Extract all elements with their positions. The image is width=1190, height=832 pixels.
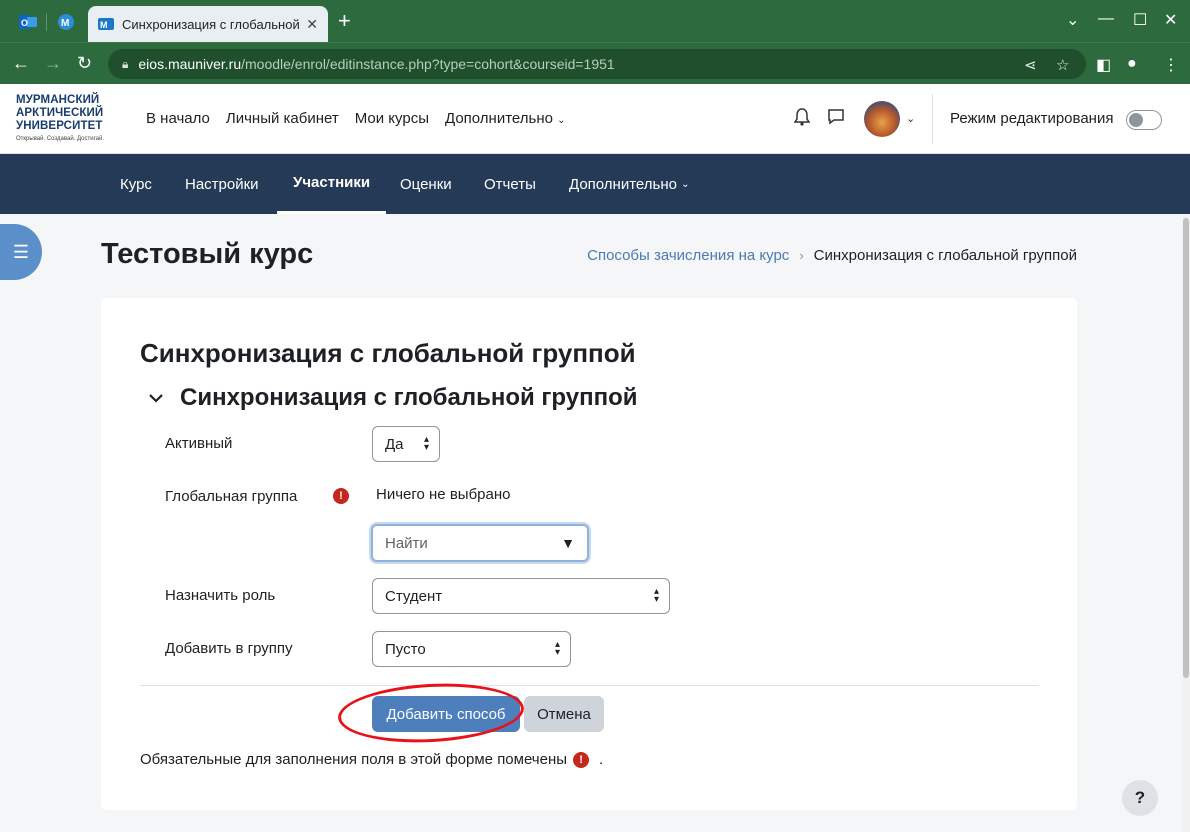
tab-reports[interactable]: Отчеты xyxy=(468,154,552,214)
cohort-search-placeholder: Найти xyxy=(385,534,428,552)
group-select-value: Пусто xyxy=(385,640,426,658)
tab-grades[interactable]: Оценки xyxy=(384,154,468,214)
maximize-button[interactable]: ☐ xyxy=(1133,10,1147,30)
close-window-button[interactable]: ✕ xyxy=(1164,10,1177,30)
reload-icon[interactable]: ↻ xyxy=(77,53,92,74)
role-select-value: Студент xyxy=(385,587,443,605)
cohort-search-input[interactable]: Найти ▼ xyxy=(371,524,589,562)
minimize-button[interactable]: — xyxy=(1098,10,1114,28)
tab-title: Синхронизация с глобальной xyxy=(122,16,300,32)
tab-more-label: Дополнительно xyxy=(569,175,677,193)
side-panel-icon[interactable]: ◧ xyxy=(1096,55,1111,75)
course-secondary-navigation: Курс Настройки Участники Оценки Отчеты Д… xyxy=(0,154,1190,214)
tab-separator xyxy=(46,13,47,31)
logo-line-1: МУРМАНСКИЙ xyxy=(16,94,100,106)
svg-text:M: M xyxy=(100,20,108,30)
group-select[interactable]: Пусто ▴ ▾ xyxy=(372,631,571,667)
select-arrows-icon: ▴ ▾ xyxy=(423,434,429,453)
chevron-right-icon: › xyxy=(799,248,804,263)
user-avatar[interactable] xyxy=(864,101,900,137)
tab-settings[interactable]: Настройки xyxy=(169,154,275,214)
group-label: Добавить в группу xyxy=(165,640,293,657)
required-icon: ! xyxy=(573,751,590,768)
browser-tab-bar: O M M Синхронизация с глобальной ✕ + ⌄ —… xyxy=(0,0,1190,42)
breadcrumb: Способы зачисления на курс › Синхронизац… xyxy=(587,247,1077,264)
logo-tagline: Открывай. Создавай. Достигай. xyxy=(16,136,105,142)
user-menu-chevron-icon[interactable]: ⌄ xyxy=(906,112,915,125)
university-logo[interactable]: МУРМАНСКИЙ АРКТИЧЕСКИЙ УНИВЕРСИТЕТ Откры… xyxy=(16,94,116,142)
required-note-end: . xyxy=(599,751,604,768)
url-path: /moodle/enrol/editinstance.php?type=coho… xyxy=(241,56,615,72)
edit-mode-toggle[interactable] xyxy=(1126,110,1162,130)
lock-icon: 🔒︎ xyxy=(122,56,129,71)
chevron-down-icon: ⌄ xyxy=(557,115,566,126)
url-host: eios.mauniver.ru xyxy=(138,56,242,72)
role-select[interactable]: Студент ▴ ▾ xyxy=(372,578,670,614)
list-icon: ☰ xyxy=(12,241,30,262)
select-arrows-icon: ▴ ▾ xyxy=(653,586,659,605)
cohort-label: Глобальная группа xyxy=(165,488,298,505)
notifications-bell-icon[interactable] xyxy=(793,108,811,131)
chevron-down-icon: ⌄ xyxy=(681,178,690,190)
browser-menu-icon[interactable]: ⋮ xyxy=(1163,55,1179,75)
cohort-selection-text: Ничего не выбрано xyxy=(376,486,511,503)
role-label: Назначить роль xyxy=(165,587,276,604)
svg-text:O: O xyxy=(21,18,28,28)
active-select-value: Да xyxy=(385,435,404,453)
nav-more[interactable]: Дополнительно ⌄ xyxy=(445,110,566,127)
active-tab[interactable]: M Синхронизация с глобальной ✕ xyxy=(88,6,328,42)
svg-text:M: M xyxy=(61,18,69,29)
profile-icon[interactable]: ● xyxy=(1127,55,1137,73)
header-divider xyxy=(932,94,933,144)
tab-more[interactable]: Дополнительно ⌄ xyxy=(553,154,706,214)
browser-toolbar: ← → ↻ 🔒︎ eios.mauniver.ru /moodle/enrol/… xyxy=(0,42,1190,84)
address-bar[interactable]: 🔒︎ eios.mauniver.ru /moodle/enrol/editin… xyxy=(108,49,1086,79)
breadcrumb-enrolment-methods[interactable]: Способы зачисления на курс xyxy=(587,247,789,264)
select-arrows-icon: ▴ ▾ xyxy=(554,639,560,658)
tab-course[interactable]: Курс xyxy=(104,154,168,214)
nav-dashboard[interactable]: Личный кабинет xyxy=(226,110,339,127)
messages-icon[interactable] xyxy=(827,108,845,130)
moodle-favicon-icon: M xyxy=(98,18,114,30)
tab-search-icon[interactable]: ⌄ xyxy=(1066,10,1079,30)
page-heading: Синхронизация с глобальной группой xyxy=(140,338,636,368)
logo-line-2: АРКТИЧЕСКИЙ xyxy=(16,107,104,119)
section-heading[interactable]: Синхронизация с глобальной группой xyxy=(180,384,638,412)
site-header: МУРМАНСКИЙ АРКТИЧЕСКИЙ УНИВЕРСИТЕТ Откры… xyxy=(0,84,1190,154)
forward-arrow-icon[interactable]: → xyxy=(44,53,62,74)
active-label: Активный xyxy=(165,435,233,452)
back-arrow-icon[interactable]: ← xyxy=(12,53,30,74)
new-tab-button[interactable]: + xyxy=(338,10,351,32)
required-fields-note: Обязательные для заполнения поля в этой … xyxy=(140,751,603,768)
form-divider xyxy=(140,685,1039,686)
tab-close-icon[interactable]: ✕ xyxy=(306,16,318,33)
dropdown-triangle-icon[interactable]: ▼ xyxy=(561,535,575,551)
page-scrollbar[interactable] xyxy=(1182,216,1190,832)
university-tab-icon[interactable]: M xyxy=(52,8,80,36)
breadcrumb-current: Синхронизация с глобальной группой xyxy=(813,247,1077,264)
toggle-knob xyxy=(1129,113,1143,127)
logo-line-3: УНИВЕРСИТЕТ xyxy=(16,120,103,132)
scrollbar-thumb[interactable] xyxy=(1183,218,1189,678)
section-collapse-chevron-icon[interactable] xyxy=(148,390,164,408)
cancel-button[interactable]: Отмена xyxy=(524,696,604,732)
help-button[interactable]: ? xyxy=(1122,780,1158,816)
nav-home[interactable]: В начало xyxy=(146,110,210,127)
share-icon[interactable]: ⋖ xyxy=(1024,56,1037,74)
edit-mode-label: Режим редактирования xyxy=(950,110,1114,127)
nav-more-label: Дополнительно xyxy=(445,110,553,127)
tab-participants[interactable]: Участники xyxy=(277,154,387,214)
main-content-card xyxy=(101,298,1077,810)
required-note-text: Обязательные для заполнения поля в этой … xyxy=(140,751,568,768)
outlook-tab-icon[interactable]: O xyxy=(14,8,42,36)
nav-my-courses[interactable]: Мои курсы xyxy=(355,110,429,127)
course-index-drawer-toggle[interactable]: ☰ xyxy=(0,224,42,280)
bookmark-star-icon[interactable]: ☆ xyxy=(1056,56,1069,74)
primary-navigation: В начало Личный кабинет Мои курсы Дополн… xyxy=(146,110,566,127)
required-icon: ! xyxy=(333,488,349,504)
course-title: Тестовый курс xyxy=(101,238,314,270)
active-select[interactable]: Да ▴ ▾ xyxy=(372,426,440,462)
